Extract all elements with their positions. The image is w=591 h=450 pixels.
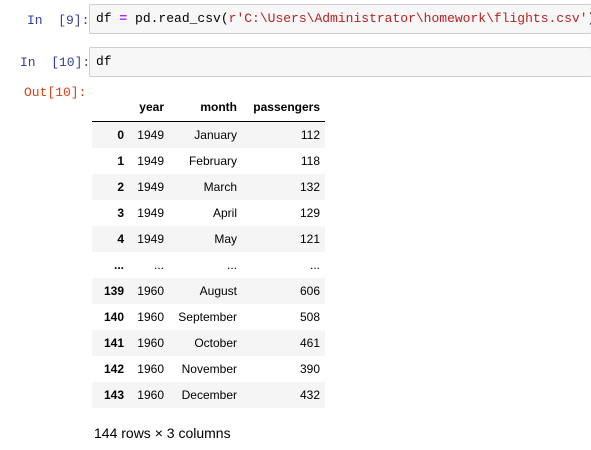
table-row: 141 1960 October 461 xyxy=(92,330,325,356)
row-index: 139 xyxy=(103,284,124,298)
row-index: 1 xyxy=(117,154,124,168)
row-index: 140 xyxy=(103,310,124,324)
cell-year: 1960 xyxy=(137,336,164,350)
cell-passengers: 121 xyxy=(299,232,320,246)
cell-passengers: 390 xyxy=(299,362,320,376)
table-row: 140 1960 September 508 xyxy=(92,304,325,330)
code-line: df xyxy=(96,54,112,69)
cell-passengers: 461 xyxy=(299,336,320,350)
table-header-row: year month passengers xyxy=(92,95,325,122)
row-index: ... xyxy=(113,258,124,272)
cell-month: January xyxy=(194,128,237,142)
cell-year: 1949 xyxy=(137,232,164,246)
cell-passengers: 132 xyxy=(299,180,320,194)
cell-month: May xyxy=(214,232,237,246)
cell-month: March xyxy=(203,180,237,194)
cell-passengers: 606 xyxy=(299,284,320,298)
cell-passengers: 118 xyxy=(300,154,320,168)
cell-year: 1949 xyxy=(137,154,164,168)
dataframe-table: year month passengers 0 1949 January 112 11… xyxy=(92,95,325,408)
column-header-month: month xyxy=(169,95,242,122)
cell-year: 1960 xyxy=(137,310,164,324)
row-index: 4 xyxy=(117,232,124,246)
code-token: df xyxy=(96,11,120,26)
row-index: 2 xyxy=(117,180,124,194)
row-index: 3 xyxy=(117,206,124,220)
cell-month: September xyxy=(178,310,237,324)
column-header-year: year xyxy=(129,95,169,122)
code-string: r'C:\Users\Administrator\homework\flight… xyxy=(228,11,588,26)
code-token: ) xyxy=(588,11,591,26)
cell-month: November xyxy=(181,362,237,376)
code-cell-10[interactable]: df xyxy=(89,47,591,77)
table-row: 139 1960 August 606 xyxy=(92,278,325,304)
code-token: pd.read_csv( xyxy=(127,11,229,26)
cell-passengers: 112 xyxy=(300,128,320,142)
row-index: 142 xyxy=(103,362,124,376)
table-row: 142 1960 November 390 xyxy=(92,356,325,382)
cell-month: ... xyxy=(226,258,237,272)
table-row: 3 1949 April 129 xyxy=(92,200,325,226)
code-line: df = pd.read_csv(r'C:\Users\Administrato… xyxy=(96,10,591,28)
row-index: 143 xyxy=(103,388,124,402)
table-row-ellipsis: ............ xyxy=(92,252,325,278)
dataframe-shape-summary: 144 rows × 3 columns xyxy=(94,425,231,441)
table-row: 1 1949 February 118 xyxy=(92,148,325,174)
cell-year: 1949 xyxy=(137,206,164,220)
cell-year: ... xyxy=(153,258,164,272)
table-row: 4 1949 May 121 xyxy=(92,226,325,252)
cell-month: August xyxy=(199,284,237,298)
cell-month: February xyxy=(188,154,237,168)
column-header-passengers: passengers xyxy=(242,95,325,122)
index-header xyxy=(92,95,129,122)
cell-passengers: 432 xyxy=(299,388,320,402)
output-prompt-10: Out[10]: xyxy=(24,85,87,100)
cell-passengers: ... xyxy=(309,258,320,272)
input-prompt-10: In [10]: xyxy=(20,55,91,70)
row-index: 0 xyxy=(117,128,124,142)
row-index: 141 xyxy=(103,336,124,350)
cell-month: December xyxy=(181,388,237,402)
cell-year: 1949 xyxy=(137,128,164,142)
table-row: 143 1960 December 432 xyxy=(92,382,325,408)
cell-year: 1960 xyxy=(137,284,164,298)
code-cell-9[interactable]: df = pd.read_csv(r'C:\Users\Administrato… xyxy=(89,4,591,34)
cell-year: 1960 xyxy=(137,388,164,402)
table-row: 2 1949 March 132 xyxy=(92,174,325,200)
cell-year: 1960 xyxy=(137,362,164,376)
table-row: 0 1949 January 112 xyxy=(92,121,325,148)
cell-passengers: 508 xyxy=(299,310,320,324)
cell-month: October xyxy=(194,336,237,350)
cell-year: 1949 xyxy=(137,180,164,194)
input-prompt-9: In [9]: xyxy=(27,13,90,28)
cell-passengers: 129 xyxy=(299,206,320,220)
cell-month: April xyxy=(212,206,237,220)
